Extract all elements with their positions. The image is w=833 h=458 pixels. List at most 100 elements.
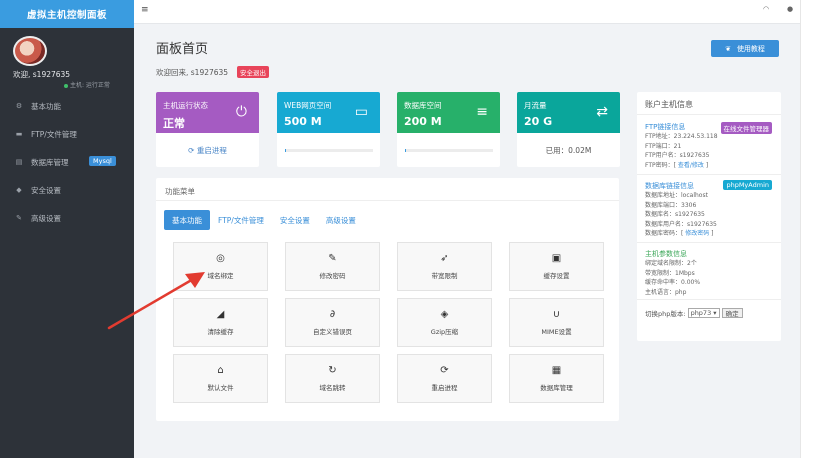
wrench-icon: ✎ <box>328 253 337 264</box>
edit-icon: ✎ <box>16 214 22 222</box>
stat-label: WEB网页空间 <box>284 101 332 110</box>
refresh-icon: ⟳ <box>440 365 449 376</box>
php-version-row: 切换php版本: php73 ▾ 确定 <box>645 308 743 318</box>
function-tile[interactable]: ◈ Gzip压缩 <box>397 298 492 347</box>
topbar: ≡ ◠ ● <box>134 0 800 24</box>
php-confirm-button[interactable]: 确定 <box>721 308 743 318</box>
db-password-link[interactable]: 修改密码 <box>685 230 709 237</box>
db-line: 数据库地址：localhost <box>645 192 708 199</box>
brand-title: 虚拟主机控制面板 <box>0 0 134 28</box>
function-tile-label: 域名跳转 <box>319 384 346 392</box>
red-arrow-annotation <box>107 272 205 330</box>
help-button[interactable]: ❦ 使用教程 <box>711 40 779 57</box>
file-manager-button[interactable]: 在线文件管理器 <box>720 122 772 134</box>
ftp-password-suffix: ] <box>703 161 709 169</box>
restart-process-label: 重启进程 <box>196 145 227 155</box>
rocket-icon: ➶ <box>440 253 449 264</box>
ftp-line: FTP地址：23.224.53.118 <box>645 133 718 140</box>
host-params: 绑定域名限制：2个 带宽限制：1Mbps 缓存命中率：0.00% 主机语言：ph… <box>645 259 700 297</box>
sidebar-nav: ⚙ 基本功能 ▬ FTP/文件管理 ▤ 数据库管理 Mysql ◆ 安全设置 ✎ 高级设置 <box>0 92 134 232</box>
divider <box>637 114 781 115</box>
shield-icon: ◆ <box>16 186 22 194</box>
home-icon: ⌂ <box>217 365 224 376</box>
help-button-label: 使用教程 <box>736 44 765 53</box>
sidebar-item-label: FTP/文件管理 <box>31 129 77 139</box>
function-tile[interactable]: ⌂ 默认文件 <box>173 354 268 403</box>
db-password-prefix: 数据库密码：[ <box>645 230 686 237</box>
redo-icon: ↻ <box>328 365 337 376</box>
function-tile-label: 默认文件 <box>207 384 234 392</box>
function-tile[interactable]: ∂ 自定义错误页 <box>285 298 380 347</box>
usage-bar-fill <box>404 148 406 152</box>
sidebar: 虚拟主机控制面板 欢迎, s1927635 主机: 运行正常 ⚙ 基本功能 ▬ FTP… <box>0 0 134 458</box>
function-tab[interactable]: 高级设置 <box>318 210 364 230</box>
usage-bar <box>404 148 493 152</box>
user-block: 欢迎, s1927635 主机: 运行正常 <box>0 28 134 92</box>
stat-value: 20 G <box>524 115 553 128</box>
leaf-icon: ❦ <box>725 44 731 53</box>
divider <box>637 174 781 175</box>
harddrive-icon: ▭ <box>354 104 368 120</box>
db-info: 数据库地址：localhost 数据库端口：3306 数据库名：s1927635… <box>645 191 717 239</box>
stat-value: 500 M <box>284 115 322 128</box>
db-line: 数据库名：s1927635 <box>645 211 705 218</box>
function-tile-label: 重启进程 <box>431 384 458 392</box>
function-tile[interactable]: ▦ 数据库管理 <box>509 354 604 403</box>
param-line: 绑定域名限制：2个 <box>645 260 697 267</box>
php-version-select[interactable]: php73 ▾ <box>687 308 720 318</box>
power-icon: ⏻ <box>235 104 247 120</box>
stat-card: WEB网页空间 500 M ▭ <box>277 92 380 167</box>
param-line: 带宽限制：1Mbps <box>645 269 695 277</box>
function-tile[interactable]: ✎ 修改密码 <box>285 242 380 291</box>
param-line: 缓存命中率：0.00% <box>645 279 701 286</box>
ftp-info: FTP地址：23.224.53.118 FTP端口：21 FTP用户名：s192… <box>645 132 718 170</box>
save-icon: ▣ <box>551 253 562 264</box>
page-title: 面板首页 <box>156 42 209 57</box>
db-info-title: 数据库链接信息 <box>645 182 694 190</box>
stat-value: 200 M <box>404 115 442 128</box>
stat-card-header: 主机运行状态正常 ⏻ <box>156 92 259 133</box>
stat-card-header: 月流量 20 G ⇄ <box>517 92 620 133</box>
function-tab[interactable]: FTP/文件管理 <box>210 210 272 230</box>
db-line: 数据库端口：3306 <box>645 201 697 209</box>
logout-button[interactable]: 安全退出 <box>237 66 269 78</box>
folder-icon: ▬ <box>15 130 23 138</box>
function-tile[interactable]: ⟳ 重启进程 <box>397 354 492 403</box>
database-icon: ≡ <box>476 104 488 120</box>
menu-toggle-icon[interactable]: ≡ <box>141 5 149 15</box>
paperclip-icon: ∂ <box>329 309 336 320</box>
user-icon[interactable]: ● <box>787 5 793 13</box>
globe-icon: ◎ <box>216 253 225 264</box>
ftp-password-link[interactable]: 查看/修改 <box>678 162 704 169</box>
sidebar-item[interactable]: ▬ FTP/文件管理 <box>0 120 134 148</box>
function-tile[interactable]: ▣ 缓存设置 <box>509 242 604 291</box>
mysql-badge: Mysql <box>89 156 116 166</box>
function-tab[interactable]: 安全设置 <box>272 210 318 230</box>
stat-value: 正常 <box>163 117 185 130</box>
stat-card: 数据库空间 200 M ≡ <box>397 92 500 167</box>
divider <box>156 200 619 201</box>
db-password-line: 数据库密码：[ 修改密码 ] <box>645 229 717 239</box>
sidebar-item[interactable]: ✎ 高级设置 <box>0 204 134 232</box>
table-icon: ▦ <box>551 365 562 376</box>
avatar[interactable] <box>13 36 47 66</box>
divider <box>637 242 781 243</box>
phpmyadmin-button[interactable]: phpMyAdmin <box>723 180 772 190</box>
sidebar-item[interactable]: ◆ 安全设置 <box>0 176 134 204</box>
stat-label: 主机运行状态 <box>163 101 208 110</box>
sidebar-item[interactable]: ▤ 数据库管理 Mysql <box>0 148 134 176</box>
headset-icon[interactable]: ◠ <box>763 5 769 13</box>
ftp-line: FTP端口：21 <box>645 142 682 150</box>
php-version-label: 切换php版本: <box>645 310 686 318</box>
stat-card-footer <box>397 133 500 167</box>
function-tile[interactable]: ➶ 带宽限制 <box>397 242 492 291</box>
restart-process-link[interactable]: ⟳ 重启进程 <box>188 145 227 156</box>
function-tab[interactable]: 基本功能 <box>164 210 210 230</box>
stat-card-footer: ⟳ 重启进程 <box>156 133 259 167</box>
sidebar-welcome: 欢迎, s1927635 <box>13 70 71 79</box>
function-tile[interactable]: ∪ MIME设置 <box>509 298 604 347</box>
stat-card-header: 数据库空间 200 M ≡ <box>397 92 500 133</box>
function-tile[interactable]: ↻ 域名跳转 <box>285 354 380 403</box>
host-status: 主机: 运行正常 <box>64 80 110 89</box>
sidebar-item[interactable]: ⚙ 基本功能 <box>0 92 134 120</box>
